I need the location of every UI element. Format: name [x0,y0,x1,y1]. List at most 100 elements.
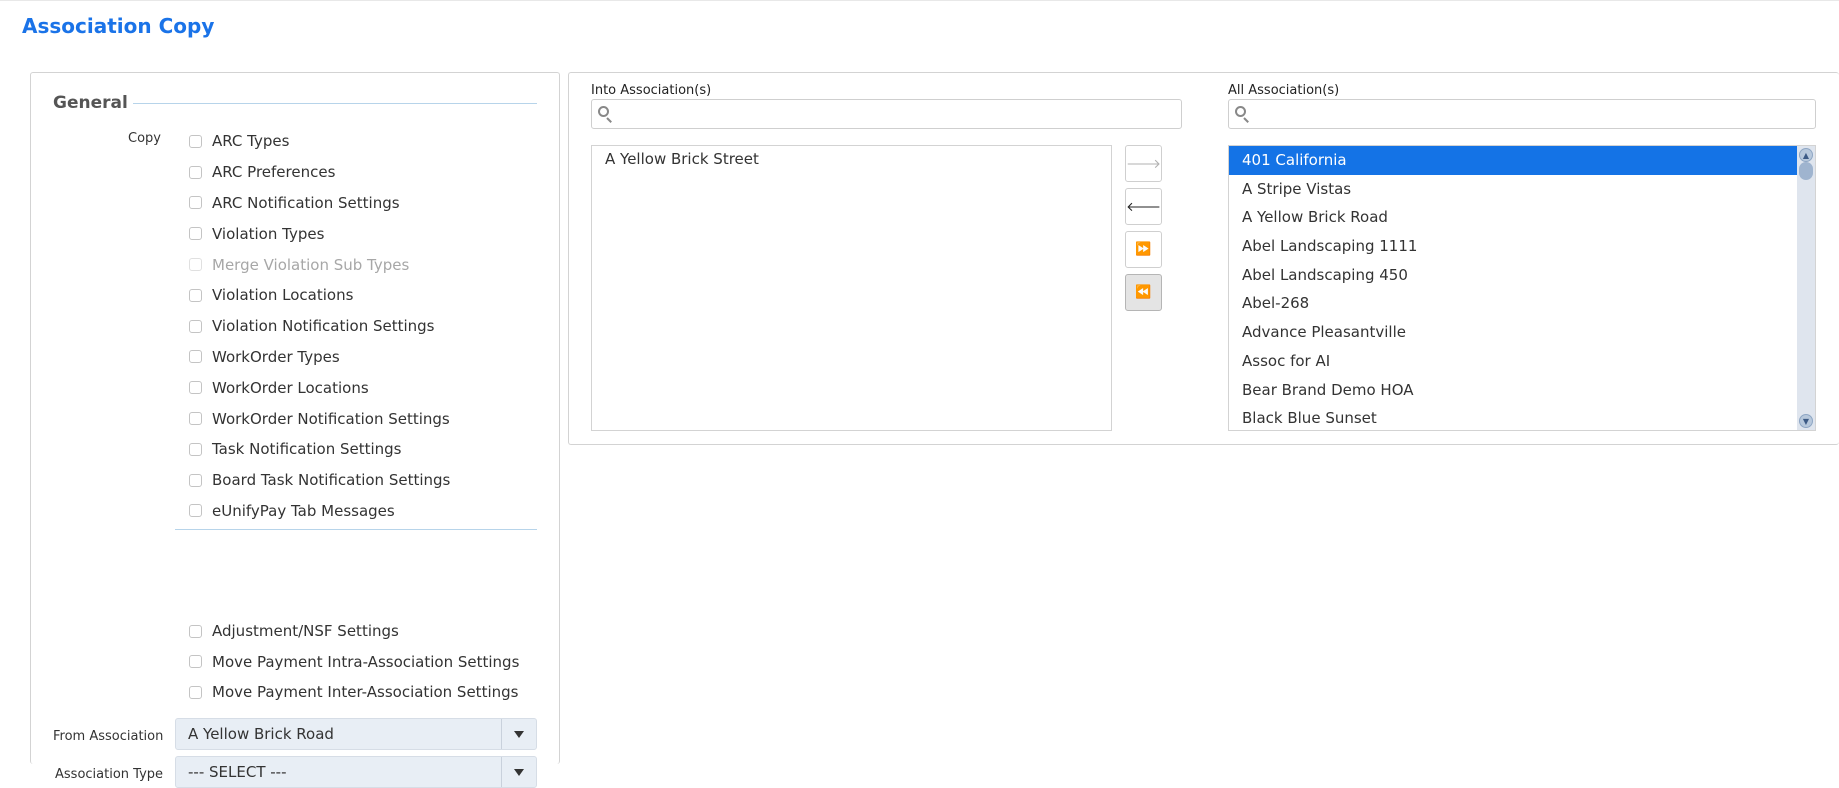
checkbox-box [189,258,202,272]
dropdown-divider [501,719,502,749]
checkbox-label: WorkOrder Notification Settings [212,409,450,428]
chevron-down-icon[interactable] [514,731,524,738]
move-all-left-button[interactable]: ⏪ [1125,274,1162,311]
scroll-up-icon[interactable]: ▲ [1799,148,1813,162]
from-association-value: A Yellow Brick Road [188,725,334,743]
checkbox-box[interactable] [189,473,202,487]
checkbox-box[interactable] [189,134,202,148]
association-type-select[interactable]: --- SELECT --- [175,756,537,788]
list-item[interactable]: A Stripe Vistas [1229,175,1797,204]
checkbox-workorder-types[interactable]: WorkOrder Types [189,342,450,373]
checkbox-box[interactable] [189,624,202,638]
top-border [0,0,1839,1]
checkbox-eunifypay-tab-messages[interactable]: eUnifyPay Tab Messages [189,496,450,527]
checkbox-box[interactable] [189,655,202,669]
move-right-icon: 🡒 [1126,156,1161,172]
into-search-input[interactable] [618,103,1175,125]
all-associations-items: 401 California A Stripe Vistas A Yellow Br… [1229,146,1797,430]
dropdown-divider [501,757,502,787]
checkbox-violation-locations[interactable]: Violation Locations [189,280,450,311]
checkbox-label: ARC Preferences [212,163,336,182]
checkbox-merge-violation-sub-types: Merge Violation Sub Types [189,249,450,280]
copy-label: Copy [128,131,161,146]
checkbox-box[interactable] [189,196,202,210]
checkbox-label: Violation Notification Settings [212,317,435,336]
checkbox-label: Merge Violation Sub Types [212,255,410,274]
checkbox-box[interactable] [189,442,202,456]
scroll-thumb[interactable] [1799,162,1813,180]
copy-options-list: ARC Types ARC Preferences ARC Notification… [189,126,450,526]
checkbox-arc-preferences[interactable]: ARC Preferences [189,157,450,188]
association-transfer-panel: Into Association(s) A Yellow Brick Stree… [568,72,1839,445]
general-panel: General Copy ARC Types ARC Preferences ARC… [30,72,560,788]
payment-options-list: Adjustment/NSF Settings Move Payment Intr… [189,616,519,708]
checkbox-box[interactable] [189,412,202,426]
checkbox-label: WorkOrder Types [212,347,340,366]
checkbox-adjustment-nsf-settings[interactable]: Adjustment/NSF Settings [189,616,519,647]
checkbox-box[interactable] [189,504,202,518]
search-icon [1235,106,1251,123]
move-all-left-icon: ⏪ [1135,285,1152,300]
from-association-label: From Association [53,729,164,744]
move-all-right-icon: ⏩ [1135,242,1152,257]
checkbox-violation-notification-settings[interactable]: Violation Notification Settings [189,311,450,342]
checkbox-box[interactable] [189,350,202,364]
checkbox-label: Violation Locations [212,286,354,305]
list-item-selected[interactable]: 401 California [1229,146,1797,175]
all-search-box [1228,99,1816,129]
chevron-down-icon[interactable] [514,769,524,776]
list-item[interactable]: A Yellow Brick Street [592,146,1111,172]
checkbox-label: ARC Notification Settings [212,193,400,212]
checkbox-label: eUnifyPay Tab Messages [212,501,395,520]
association-type-label: Association Type [55,767,164,782]
move-left-icon: 🡐 [1126,199,1161,215]
all-associations-list[interactable]: 401 California A Stripe Vistas A Yellow Br… [1228,145,1816,431]
checkbox-arc-types[interactable]: ARC Types [189,126,450,157]
checkbox-label: Task Notification Settings [212,440,402,459]
checkbox-box[interactable] [189,381,202,395]
scroll-down-icon[interactable]: ▼ [1799,414,1813,428]
checkbox-label: Adjustment/NSF Settings [212,622,399,641]
list-item[interactable]: A Yellow Brick Road [1229,203,1797,232]
list-item[interactable]: Abel-268 [1229,289,1797,318]
list-item[interactable]: Abel Landscaping 450 [1229,261,1797,290]
page-title: Association Copy [22,14,215,38]
checkbox-workorder-notification-settings[interactable]: WorkOrder Notification Settings [189,403,450,434]
checkbox-box[interactable] [189,685,202,699]
checkbox-box[interactable] [189,288,202,302]
list-item[interactable]: Bear Brand Demo HOA [1229,376,1797,405]
checkbox-box[interactable] [189,319,202,333]
checkbox-workorder-locations[interactable]: WorkOrder Locations [189,372,450,403]
association-type-value: --- SELECT --- [188,763,287,781]
into-associations-list[interactable]: A Yellow Brick Street [591,145,1112,431]
legend-divider [133,103,537,104]
list-item[interactable]: Black Blue Sunset [1229,404,1797,430]
checkbox-label: Board Task Notification Settings [212,471,451,490]
all-search-input[interactable] [1255,103,1809,125]
checkbox-box[interactable] [189,165,202,179]
list-item[interactable]: Abel Landscaping 1111 [1229,232,1797,261]
checkbox-label: Move Payment Inter-Association Settings [212,683,519,702]
move-right-button[interactable]: 🡒 [1125,145,1162,182]
list-item[interactable]: Advance Pleasantville [1229,318,1797,347]
search-icon [598,106,614,123]
move-left-button[interactable]: 🡐 [1125,188,1162,225]
checkbox-violation-types[interactable]: Violation Types [189,218,450,249]
into-associations-label: Into Association(s) [591,83,712,98]
checkbox-box[interactable] [189,227,202,241]
all-associations-label: All Association(s) [1228,83,1340,98]
checkbox-label: Move Payment Intra-Association Settings [212,652,520,671]
checkbox-arc-notification-settings[interactable]: ARC Notification Settings [189,188,450,219]
checkbox-move-payment-inter-association-settings[interactable]: Move Payment Inter-Association Settings [189,677,519,708]
list-item[interactable]: Assoc for AI [1229,347,1797,376]
checkbox-label: Violation Types [212,224,325,243]
scrollbar[interactable]: ▲ ▼ [1797,146,1815,430]
checkbox-task-notification-settings[interactable]: Task Notification Settings [189,434,450,465]
checkbox-board-task-notification-settings[interactable]: Board Task Notification Settings [189,465,450,496]
general-legend: General [53,93,128,113]
options-divider [175,529,537,530]
into-search-box [591,99,1182,129]
move-all-right-button[interactable]: ⏩ [1125,231,1162,268]
from-association-select[interactable]: A Yellow Brick Road [175,718,537,750]
checkbox-move-payment-intra-association-settings[interactable]: Move Payment Intra-Association Settings [189,647,519,678]
